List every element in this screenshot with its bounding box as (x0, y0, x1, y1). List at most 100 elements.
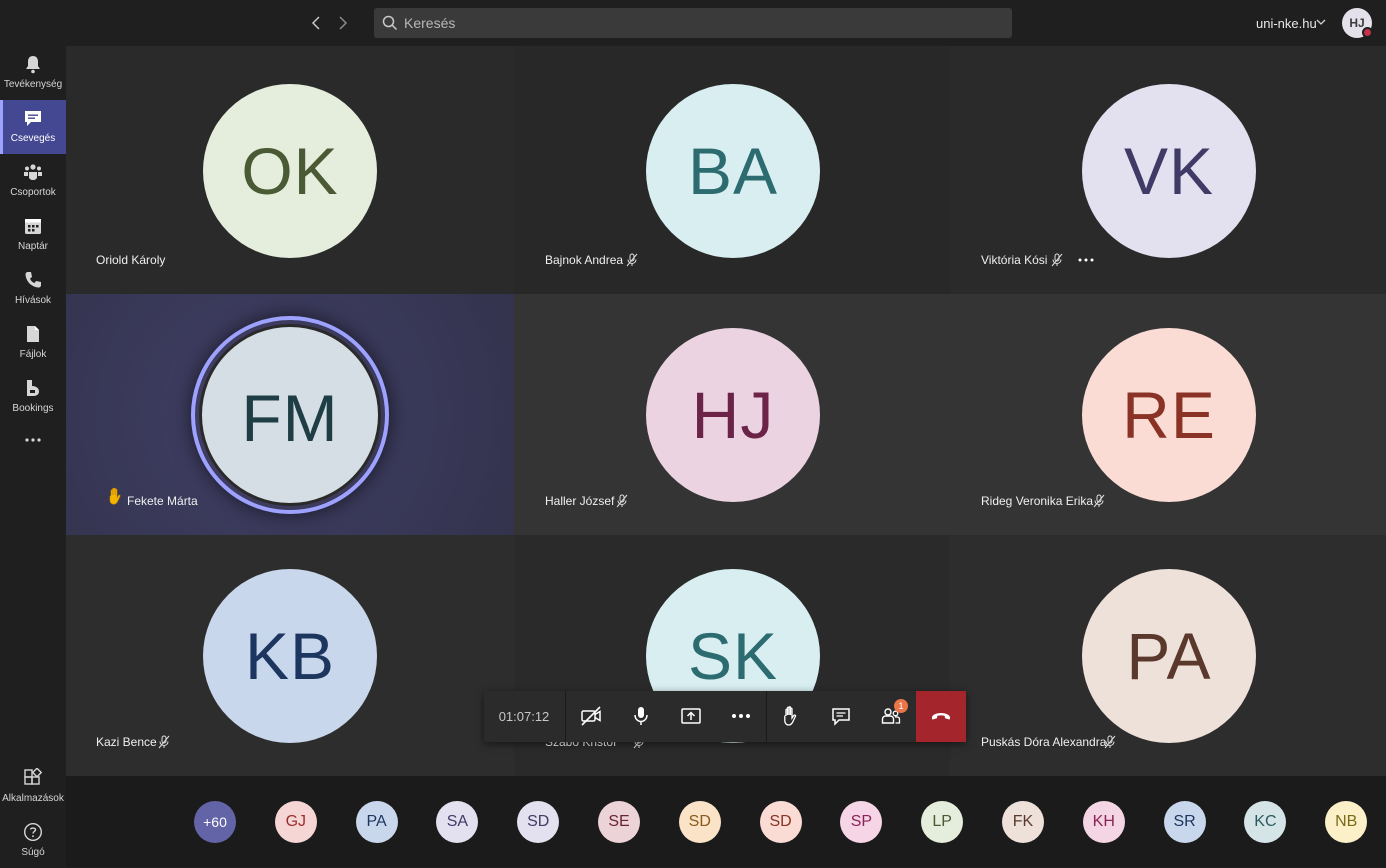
participant-name: Bajnok Andrea (545, 253, 624, 267)
tenant-switcher[interactable]: uni-nke.hu (1256, 16, 1317, 31)
participant-mini-avatar[interactable]: SR (1163, 801, 1206, 843)
participant-mini-avatar[interactable]: SA (436, 801, 479, 843)
participant-avatar: HJ (646, 328, 820, 502)
participant-name: Haller József (545, 494, 615, 508)
mic-off-icon (616, 494, 628, 508)
rail-item-help[interactable]: Súgó (0, 814, 66, 868)
participant-mini-avatar[interactable]: SP (840, 801, 883, 843)
participant-avatar: PA (1082, 569, 1256, 743)
more-actions-button[interactable] (716, 691, 766, 742)
more-dots-icon (732, 714, 750, 718)
participant-mini-avatar[interactable]: PA (355, 801, 398, 843)
participant-tile[interactable]: KB Kazi Bence (66, 535, 514, 776)
mic-off-icon (158, 735, 170, 749)
hang-up-button[interactable] (916, 691, 966, 742)
back-arrow-icon[interactable] (306, 12, 326, 34)
file-icon (27, 326, 39, 342)
participant-avatar: BA (646, 84, 820, 258)
apps-icon (24, 768, 43, 785)
presence-status-icon (1362, 27, 1373, 38)
search-icon (382, 15, 398, 31)
rail-label: Tevékenység (3, 79, 63, 90)
participant-tile[interactable]: OK Oriold Károly (66, 46, 514, 294)
rail-label: Alkalmazások (2, 793, 64, 804)
hang-up-icon (932, 713, 950, 720)
help-icon (23, 822, 43, 842)
search-input[interactable]: Keresés (374, 8, 1012, 38)
participant-tile-active-speaker[interactable]: FM Fekete Márta (66, 294, 514, 535)
rail-item-chat[interactable]: Csevegés (0, 100, 66, 154)
participant-mini-avatar[interactable]: SD (678, 801, 721, 843)
participants-count-badge: 1 (894, 699, 908, 713)
call-timer: 01:07:12 (498, 709, 550, 724)
rail-label: Hívások (14, 295, 52, 306)
rail-item-teams[interactable]: Csoportok (0, 154, 66, 208)
rail-item-bookings[interactable]: Bookings (0, 370, 66, 424)
participant-mini-avatar[interactable]: LP (921, 801, 964, 843)
bookings-icon (27, 380, 39, 396)
rail-item-calendar[interactable]: Naptár (0, 208, 66, 262)
participant-mini-avatar[interactable]: NB (1325, 801, 1368, 843)
more-dots-icon (25, 438, 41, 442)
phone-icon (25, 272, 41, 288)
participant-name: Fekete Márta (127, 494, 198, 508)
participant-avatar: KB (203, 569, 377, 743)
rail-label: Csevegés (10, 133, 56, 144)
participant-avatar: OK (203, 84, 377, 258)
microphone-toggle-button[interactable] (616, 691, 666, 742)
more-apps-button[interactable] (0, 426, 66, 456)
rail-item-calls[interactable]: Hívások (0, 262, 66, 316)
raise-hand-button[interactable] (766, 691, 816, 742)
teams-icon (24, 164, 42, 180)
participant-mini-avatar[interactable]: KC (1244, 801, 1287, 843)
top-bar: Keresés uni-nke.hu HJ (0, 0, 1386, 46)
mic-off-icon (1093, 494, 1105, 508)
mic-off-icon (1051, 253, 1063, 267)
rail-label: Fájlok (19, 349, 47, 360)
participant-avatar: RE (1082, 328, 1256, 502)
participant-name: Kazi Bence (96, 735, 157, 749)
participant-tile[interactable]: PA Puskás Dóra Alexandra (950, 535, 1386, 776)
show-conversation-button[interactable] (816, 691, 866, 742)
participant-strip: +60 GJ PA SA SD SE SD SD SP LP FK KH SR KC NB (66, 776, 1386, 867)
video-stage: OK Oriold Károly BA Bajnok Andrea VK Vik… (66, 46, 1386, 776)
rail-label: Bookings (12, 403, 54, 414)
app-rail: Tevékenység Csevegés Csoportok Naptár Hí… (0, 46, 66, 867)
show-participants-button[interactable]: 1 (866, 691, 916, 742)
participant-name: Oriold Károly (96, 253, 166, 267)
raise-hand-icon (784, 706, 797, 726)
call-controls: 01:07:12 1 (484, 691, 966, 742)
rail-item-apps[interactable]: Alkalmazások (0, 760, 66, 814)
participant-mini-avatar[interactable]: FK (1002, 801, 1044, 843)
participant-mini-avatar[interactable]: SD (517, 801, 560, 843)
participant-mini-avatar[interactable]: SE (598, 801, 640, 843)
participant-tile[interactable]: VK Viktória Kósi (950, 46, 1386, 294)
participant-avatar: FM (199, 324, 381, 506)
participant-tile[interactable]: BA Bajnok Andrea (514, 46, 950, 294)
chevron-down-icon[interactable] (1316, 17, 1326, 27)
camera-off-icon (581, 706, 601, 726)
rail-label: Súgó (21, 847, 45, 858)
search-placeholder: Keresés (404, 15, 456, 31)
raised-hand-icon (109, 487, 121, 505)
participant-tile[interactable]: HJ Haller József (514, 294, 950, 535)
participant-tile[interactable]: RE Rideg Veronika Erika (950, 294, 1386, 535)
participant-name: Puskás Dóra Alexandra (981, 735, 1107, 749)
participant-mini-avatar[interactable]: SD (759, 801, 802, 843)
participant-name: Viktória Kósi (981, 253, 1048, 267)
rail-item-files[interactable]: Fájlok (0, 316, 66, 370)
camera-toggle-button[interactable] (566, 691, 616, 742)
forward-arrow-icon[interactable] (333, 12, 353, 34)
participant-name: Rideg Veronika Erika (981, 494, 1094, 508)
bell-icon (26, 56, 40, 74)
calendar-icon (25, 219, 41, 234)
share-screen-button[interactable] (666, 691, 716, 742)
more-participants-button[interactable]: +60 (194, 801, 236, 843)
participant-avatar: VK (1082, 84, 1256, 258)
more-options-icon[interactable] (1078, 255, 1094, 265)
mic-off-icon (626, 253, 638, 267)
chat-icon (25, 111, 41, 126)
participant-mini-avatar[interactable]: GJ (274, 801, 317, 843)
participant-mini-avatar[interactable]: KH (1082, 801, 1125, 843)
rail-item-activity[interactable]: Tevékenység (0, 46, 66, 100)
